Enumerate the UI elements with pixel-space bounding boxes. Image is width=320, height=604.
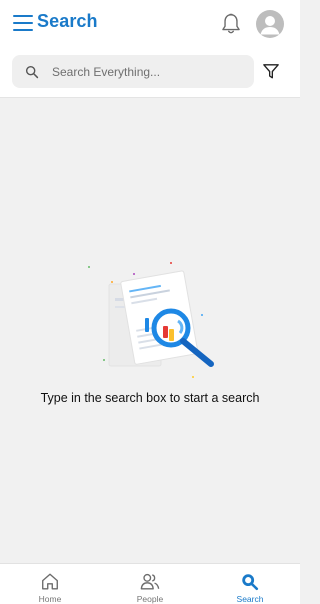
document-magnifier-illustration bbox=[88, 262, 214, 378]
app-header: Search bbox=[0, 0, 300, 98]
nav-item-home[interactable]: Home bbox=[0, 564, 100, 604]
nav-label-people: People bbox=[136, 594, 164, 604]
magnifier-icon bbox=[25, 65, 39, 78]
bottom-navigation: Home People Search bbox=[0, 563, 300, 604]
user-avatar-icon[interactable] bbox=[256, 10, 284, 38]
page-title: Search bbox=[37, 11, 98, 31]
empty-state-message: Type in the search box to start a search bbox=[40, 391, 260, 405]
search-icon bbox=[242, 574, 259, 591]
search-bar[interactable] bbox=[12, 55, 254, 88]
people-icon bbox=[140, 573, 160, 590]
search-input[interactable] bbox=[52, 64, 232, 79]
nav-item-people[interactable]: People bbox=[100, 564, 200, 604]
bell-icon[interactable] bbox=[220, 12, 242, 36]
nav-label-search: Search bbox=[236, 594, 264, 604]
filter-funnel-icon[interactable] bbox=[262, 63, 280, 80]
nav-item-search[interactable]: Search bbox=[200, 564, 300, 604]
hamburger-menu-icon[interactable] bbox=[13, 14, 33, 32]
home-icon bbox=[42, 573, 58, 590]
nav-label-home: Home bbox=[38, 594, 62, 604]
